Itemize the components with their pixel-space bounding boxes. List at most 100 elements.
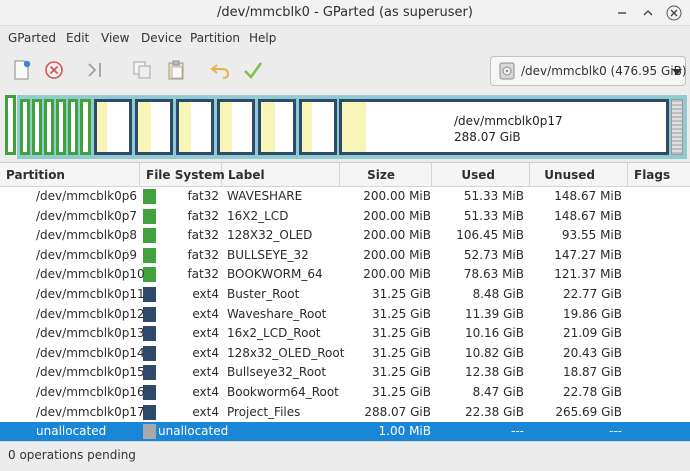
column-flags[interactable]: Flags	[628, 163, 690, 187]
cell-file-system: ext4	[192, 326, 219, 341]
column-label[interactable]: Label	[222, 163, 340, 187]
column-file-system[interactable]: File System	[140, 163, 225, 187]
cell-unused: 20.43 GiB	[562, 345, 622, 360]
table-row[interactable]: /dev/mmcblk0p14 ext4 128x32_OLED_Root 31.25…	[0, 344, 690, 364]
cell-partition: /dev/mmcblk0p10	[36, 267, 145, 282]
map-partition-ext4[interactable]	[176, 99, 214, 155]
new-partition-button[interactable]	[10, 58, 34, 82]
map-partition-ext4[interactable]	[299, 99, 337, 155]
table-row[interactable]: /dev/mmcblk0p13 ext4 16x2_LCD_Root 31.25 Gi…	[0, 324, 690, 344]
cell-file-system: ext4	[192, 345, 219, 360]
filesystem-color-swatch	[143, 306, 156, 322]
cell-used: 8.47 GiB	[472, 385, 524, 399]
table-row[interactable]: /dev/mmcblk0p15 ext4 Bullseye32_Root 31.25 …	[0, 363, 690, 383]
cell-partition: /dev/mmcblk0p12	[36, 306, 145, 321]
table-row[interactable]: /dev/mmcblk0p7 fat32 16X2_LCD 200.00 MiB 51.…	[0, 207, 690, 227]
map-partition-fat32[interactable]	[5, 95, 16, 155]
cell-used: 11.39 GiB	[464, 306, 524, 321]
cell-size: 288.07 GiB	[364, 404, 431, 419]
paste-button[interactable]	[164, 58, 188, 82]
cell-label: WAVESHARE	[227, 189, 303, 203]
cell-partition: /dev/mmcblk0p9	[36, 247, 137, 262]
map-partition-ext4[interactable]	[94, 99, 132, 155]
column-partition[interactable]: Partition	[0, 163, 140, 187]
maximize-button[interactable]	[640, 5, 656, 21]
map-partition-fat32[interactable]	[56, 99, 66, 155]
table-row[interactable]: /dev/mmcblk0p9 fat32 BULLSEYE_32 200.00 MiB…	[0, 246, 690, 266]
cell-file-system: ext4	[192, 385, 219, 399]
copy-icon	[133, 61, 151, 79]
filesystem-color-swatch	[143, 287, 156, 302]
cell-partition: /dev/mmcblk0p6	[36, 189, 137, 203]
cell-unused: 18.87 GiB	[562, 365, 622, 380]
table-row[interactable]: /dev/mmcblk0p11 ext4 Buster_Root 31.25 GiB 8…	[0, 285, 690, 305]
cell-unused: 121.37 MiB	[554, 267, 622, 282]
maximize-icon	[643, 10, 653, 16]
map-partition-ext4[interactable]	[135, 99, 173, 155]
status-bar: 0 operations pending	[0, 441, 690, 471]
undo-button[interactable]	[208, 58, 232, 82]
menu-device[interactable]: Device	[141, 31, 182, 45]
map-partition-size: 288.07 GiB	[454, 130, 521, 144]
map-partition-ext4[interactable]	[217, 99, 255, 155]
close-button[interactable]	[666, 5, 682, 21]
minimize-button[interactable]	[614, 5, 630, 21]
cell-partition: /dev/mmcblk0p14	[36, 345, 145, 360]
menu-partition[interactable]: Partition	[190, 31, 240, 45]
cell-file-system: fat32	[187, 189, 219, 203]
menu-help[interactable]: Help	[249, 31, 276, 45]
cell-partition: unallocated	[36, 424, 107, 439]
table-row[interactable]: /dev/mmcblk0p16 ext4 Bookworm64_Root 31.25 …	[0, 383, 690, 403]
cell-unused: 19.86 GiB	[562, 306, 622, 321]
cell-file-system: fat32	[187, 208, 219, 223]
copy-button[interactable]	[130, 58, 154, 82]
cell-label: 128X32_OLED	[227, 228, 313, 243]
table-row[interactable]: /dev/mmcblk0p10 fat32 BOOKWORM_64 200.00 Mi…	[0, 265, 690, 285]
table-row[interactable]: /dev/mmcblk0p8 fat32 128X32_OLED 200.00 MiB…	[0, 226, 690, 246]
device-selector[interactable]: /dev/mmcblk0 (476.95 GiB)	[490, 56, 687, 86]
menu-view[interactable]: View	[101, 31, 129, 45]
table-row[interactable]: /dev/mmcblk0p17 ext4 Project_Files 288.07 G…	[0, 403, 690, 423]
filesystem-color-swatch	[143, 385, 156, 400]
map-partition-fat32[interactable]	[68, 99, 78, 155]
map-partition-fat32[interactable]	[44, 99, 54, 155]
filesystem-color-swatch	[143, 189, 156, 204]
window-title: /dev/mmcblk0 - GParted (as superuser)	[217, 5, 473, 20]
apply-button[interactable]	[241, 58, 265, 82]
resize-move-button[interactable]	[84, 58, 108, 82]
column-unused[interactable]: Unused	[530, 163, 628, 187]
map-partition-fat32[interactable]	[80, 99, 91, 155]
cell-unused: 22.78 GiB	[562, 385, 622, 399]
menu-edit[interactable]: Edit	[66, 31, 89, 45]
column-size[interactable]: Size	[340, 163, 432, 187]
map-partition-fat32[interactable]	[32, 99, 42, 155]
cell-file-system: ext4	[192, 404, 219, 419]
map-partition-name: /dev/mmcblk0p17	[454, 114, 563, 128]
cell-size: 200.00 MiB	[363, 208, 431, 223]
delete-partition-button[interactable]	[42, 58, 66, 82]
cell-label: 16x2_LCD_Root	[227, 326, 321, 341]
map-partition-ext4[interactable]	[258, 99, 296, 155]
menu-gparted[interactable]: GParted	[8, 31, 56, 45]
map-unallocated[interactable]	[671, 99, 683, 155]
cell-file-system: ext4	[192, 287, 219, 301]
cell-label: Bullseye32_Root	[227, 365, 327, 380]
table-row[interactable]: unallocated unallocated 1.00 MiB --- ---	[0, 422, 690, 442]
cell-label: Buster_Root	[227, 287, 300, 301]
table-row[interactable]: /dev/mmcblk0p6 fat32 WAVESHARE 200.00 MiB 51…	[0, 187, 690, 207]
chevron-down-icon	[672, 69, 682, 75]
cell-used: 51.33 MiB	[463, 208, 524, 223]
cell-file-system: unallocated	[158, 424, 229, 439]
map-partition-fat32[interactable]	[20, 99, 30, 155]
column-used[interactable]: Used	[432, 163, 530, 187]
map-partition-selected[interactable]: /dev/mmcblk0p17 288.07 GiB	[339, 99, 669, 155]
device-label: /dev/mmcblk0 (476.95 GiB)	[521, 64, 687, 78]
cell-label: BOOKWORM_64	[227, 267, 323, 282]
cell-partition: /dev/mmcblk0p7	[36, 208, 137, 223]
cell-used: 106.45 MiB	[456, 228, 524, 243]
cell-partition: /dev/mmcblk0p11	[36, 287, 145, 301]
table-row[interactable]: /dev/mmcblk0p12 ext4 Waveshare_Root 31.25 G…	[0, 305, 690, 325]
cell-used: 51.33 MiB	[463, 189, 524, 203]
close-icon	[666, 5, 682, 21]
filesystem-color-swatch	[143, 404, 156, 420]
